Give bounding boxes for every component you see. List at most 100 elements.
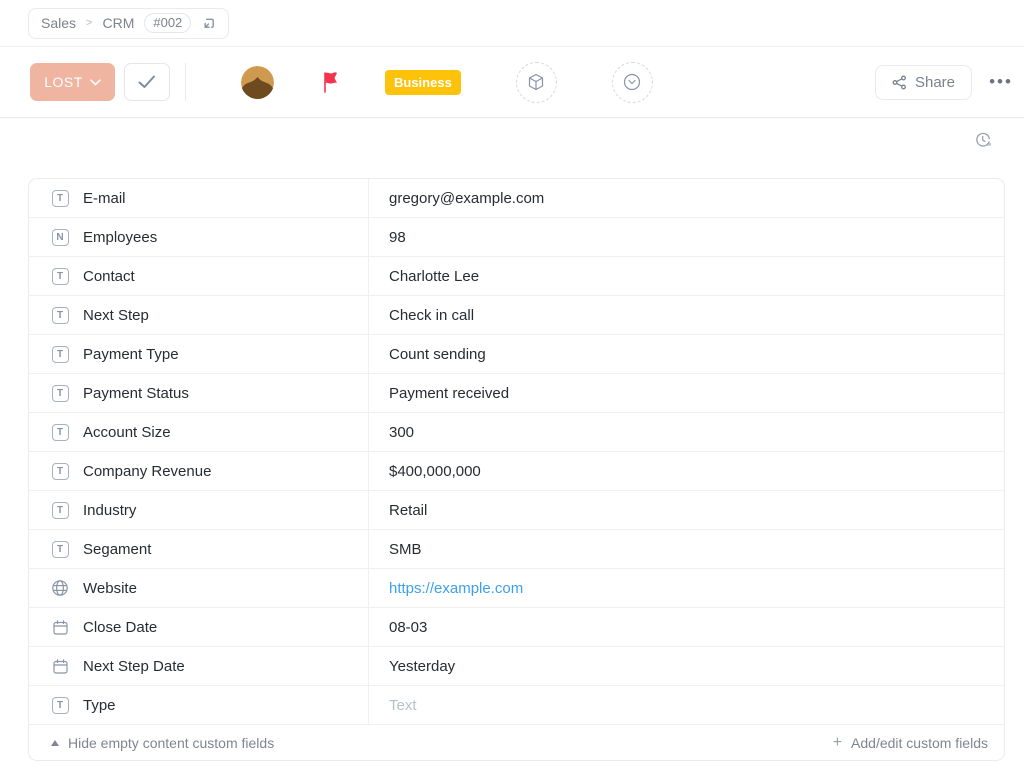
share-button[interactable]: Share — [875, 65, 972, 100]
field-value[interactable]: Check in call — [369, 296, 1004, 334]
text-field-icon: T — [51, 306, 69, 324]
text-field-icon: T — [51, 189, 69, 207]
task-id-badge: #002 — [144, 13, 191, 33]
field-value[interactable]: 300 — [369, 413, 1004, 451]
chevron-right-icon: > — [86, 17, 92, 29]
custom-fields-card: TE-mailgregory@example.comNEmployees98TC… — [28, 178, 1005, 761]
custom-fields-rows: TE-mailgregory@example.comNEmployees98TC… — [29, 179, 1004, 725]
date-field-icon — [51, 657, 69, 675]
assignee-avatar[interactable] — [241, 66, 274, 99]
checkmark-icon — [138, 75, 156, 89]
field-label-cell[interactable]: T Payment Type — [29, 335, 369, 373]
share-label: Share — [915, 74, 955, 91]
field-label: Type — [83, 697, 116, 714]
chevron-down-icon — [90, 79, 101, 86]
field-label-cell[interactable]: Next Step Date — [29, 647, 369, 685]
field-label-cell[interactable]: T Payment Status — [29, 374, 369, 412]
field-value[interactable]: Yesterday — [369, 647, 1004, 685]
field-value[interactable]: 08-03 — [369, 608, 1004, 646]
breadcrumb-item-crm[interactable]: CRM — [102, 15, 134, 31]
status-label: LOST — [44, 74, 83, 90]
field-label-cell[interactable]: T Next Step — [29, 296, 369, 334]
field-value[interactable]: Charlotte Lee — [369, 257, 1004, 295]
field-value[interactable]: Count sending — [369, 335, 1004, 373]
field-value[interactable]: $400,000,000 — [369, 452, 1004, 490]
field-row: T Payment Type Count sending — [29, 335, 1004, 374]
field-label-cell[interactable]: T Account Size — [29, 413, 369, 451]
field-label: Employees — [83, 229, 157, 246]
toolbar-divider — [185, 63, 186, 101]
field-value[interactable]: Retail — [369, 491, 1004, 529]
field-row: T Contact Charlotte Lee — [29, 257, 1004, 296]
field-label-cell[interactable]: T Type — [29, 686, 369, 724]
field-label: Contact — [83, 268, 135, 285]
field-value[interactable]: gregory@example.com — [369, 179, 1004, 217]
field-label: Website — [83, 580, 137, 597]
field-label-cell[interactable]: Website — [29, 569, 369, 607]
breadcrumb: Sales > CRM #002 — [28, 8, 229, 39]
circle-chevron-icon — [622, 72, 642, 92]
text-field-icon: T — [51, 696, 69, 714]
field-value-link[interactable]: https://example.com — [369, 569, 1004, 607]
number-field-icon: N — [51, 228, 69, 246]
field-label-cell[interactable]: Close Date — [29, 608, 369, 646]
hide-empty-fields-label: Hide empty content custom fields — [68, 735, 274, 751]
priority-flag-icon[interactable] — [322, 71, 340, 93]
field-value[interactable]: 98 — [369, 218, 1004, 256]
field-row: T Industry Retail — [29, 491, 1004, 530]
text-field-icon: T — [51, 423, 69, 441]
field-row: T Company Revenue $400,000,000 — [29, 452, 1004, 491]
field-label: Close Date — [83, 619, 157, 636]
expand-icon[interactable] — [201, 16, 216, 31]
field-label: Next Step Date — [83, 658, 185, 675]
field-row: Close Date 08-03 — [29, 608, 1004, 647]
time-in-status-icon[interactable] — [974, 131, 992, 149]
field-value[interactable]: Payment received — [369, 374, 1004, 412]
field-label-cell[interactable]: T Contact — [29, 257, 369, 295]
status-dropdown-button[interactable]: LOST — [30, 63, 115, 101]
field-value[interactable]: Text — [369, 686, 1004, 724]
field-row: Website https://example.com — [29, 569, 1004, 608]
field-row: T Payment Status Payment received — [29, 374, 1004, 413]
text-field-icon: T — [51, 462, 69, 480]
triangle-up-icon — [51, 740, 59, 746]
field-label: Payment Type — [83, 346, 179, 363]
add-edit-custom-fields-button[interactable]: + Add/edit custom fields — [833, 734, 988, 752]
text-field-icon: T — [51, 345, 69, 363]
field-label: E-mail — [83, 190, 126, 207]
field-label: Payment Status — [83, 385, 189, 402]
text-field-icon: T — [51, 501, 69, 519]
tag-badge[interactable]: Business — [385, 70, 461, 95]
dependencies-cube-button[interactable] — [516, 62, 557, 103]
date-field-icon — [51, 618, 69, 636]
task-toolbar: LOST Business — [0, 47, 1024, 118]
field-value[interactable]: SMB — [369, 530, 1004, 568]
complete-task-button[interactable] — [124, 63, 170, 101]
status-check-circle-button[interactable] — [612, 62, 653, 103]
field-row: TSegamentSMB — [29, 530, 1004, 569]
text-field-icon: T — [51, 267, 69, 285]
hide-empty-fields-button[interactable]: Hide empty content custom fields — [51, 735, 274, 751]
field-label-cell[interactable]: T E-mail — [29, 179, 369, 217]
field-label: Company Revenue — [83, 463, 211, 480]
custom-fields-footer: Hide empty content custom fields + Add/e… — [29, 725, 1004, 760]
task-content: TE-mailgregory@example.comNEmployees98TC… — [0, 118, 1024, 761]
field-label-cell[interactable]: T Company Revenue — [29, 452, 369, 490]
breadcrumb-bar: Sales > CRM #002 — [0, 0, 1024, 47]
field-label: Industry — [83, 502, 136, 519]
website-field-icon — [51, 579, 69, 597]
field-label: Account Size — [83, 424, 171, 441]
toolbar-right-group: Share ••• — [875, 65, 1016, 100]
text-field-icon: T — [51, 384, 69, 402]
field-row: N Employees 98 — [29, 218, 1004, 257]
plus-icon: + — [833, 734, 842, 752]
field-row: Next Step Date Yesterday — [29, 647, 1004, 686]
field-label-cell[interactable]: N Employees — [29, 218, 369, 256]
field-label-cell[interactable]: T Industry — [29, 491, 369, 529]
field-label-cell[interactable]: TSegament — [29, 530, 369, 568]
more-options-button[interactable]: ••• — [986, 72, 1016, 92]
breadcrumb-item-sales[interactable]: Sales — [41, 15, 76, 31]
field-label: Next Step — [83, 307, 149, 324]
field-row: T Type Text — [29, 686, 1004, 725]
text-field-icon: T — [51, 540, 69, 558]
